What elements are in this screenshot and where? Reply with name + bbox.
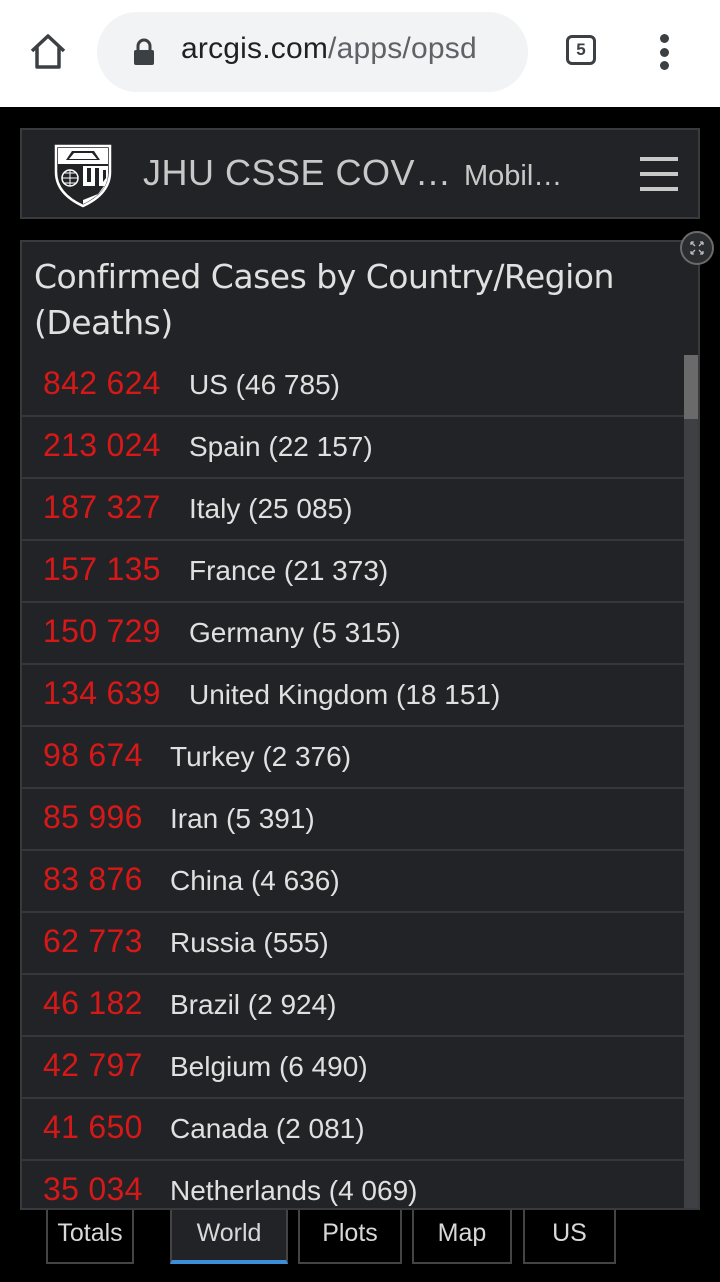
country-deaths-label: Italy (25 085)	[189, 493, 353, 524]
tab-us[interactable]: US	[523, 1210, 616, 1264]
url-path: /apps/opsd	[328, 32, 477, 65]
confirmed-cases-value: 83 876	[43, 861, 143, 897]
address-bar[interactable]: arcgis.com/apps/opsd	[97, 12, 528, 92]
country-deaths-label: Brazil (2 924)	[170, 989, 337, 1020]
list-item[interactable]: 187 327 Italy (25 085)	[22, 479, 684, 541]
list-item[interactable]: 157 135 France (21 373)	[22, 541, 684, 603]
country-deaths-label: China (4 636)	[170, 865, 340, 896]
confirmed-cases-value: 41 650	[43, 1109, 143, 1145]
country-deaths-label: Spain (22 157)	[189, 431, 373, 462]
tab-map[interactable]: Map	[412, 1210, 512, 1264]
list-item[interactable]: 62 773 Russia (555)	[22, 913, 684, 975]
confirmed-cases-value: 150 729	[43, 613, 161, 649]
confirmed-cases-value: 842 624	[43, 365, 161, 401]
panel-title: Confirmed Cases by Country/Region (Death…	[34, 257, 614, 342]
list-item[interactable]: 134 639 United Kingdom (18 151)	[22, 665, 684, 727]
hamburger-menu-icon[interactable]	[640, 157, 678, 191]
country-list[interactable]: 842 624 US (46 785) 213 024 Spain (22 157) 1…	[22, 355, 684, 1208]
lock-icon	[134, 38, 154, 65]
country-deaths-label: US (46 785)	[189, 369, 340, 400]
jhu-shield-logo	[54, 144, 112, 208]
expand-icon[interactable]	[680, 231, 714, 265]
confirmed-cases-value: 42 797	[43, 1047, 143, 1083]
country-deaths-label: United Kingdom (18 151)	[189, 679, 501, 710]
list-item[interactable]: 83 876 China (4 636)	[22, 851, 684, 913]
url-text: arcgis.com/apps/opsd	[181, 32, 477, 66]
country-deaths-label: Germany (5 315)	[189, 617, 401, 648]
confirmed-cases-value: 134 639	[43, 675, 161, 711]
tab-switcher-icon[interactable]: 5	[566, 35, 596, 65]
cases-by-country-panel: Confirmed Cases by Country/Region (Death…	[20, 240, 700, 1210]
app-title: JHU CSSE COV…	[143, 152, 452, 193]
list-scrollbar[interactable]	[684, 355, 698, 1208]
confirmed-cases-value: 98 674	[43, 737, 143, 773]
country-deaths-label: Netherlands (4 069)	[170, 1175, 418, 1206]
tab-world[interactable]: World	[170, 1210, 288, 1264]
confirmed-cases-value: 85 996	[43, 799, 143, 835]
list-item[interactable]: 42 797 Belgium (6 490)	[22, 1037, 684, 1099]
list-item[interactable]: 35 034 Netherlands (4 069)	[22, 1161, 684, 1208]
scrollbar-thumb[interactable]	[684, 355, 698, 419]
url-domain: arcgis.com	[181, 32, 329, 65]
list-item[interactable]: 98 674 Turkey (2 376)	[22, 727, 684, 789]
confirmed-cases-value: 187 327	[43, 489, 161, 525]
app-header: JHU CSSE COV… Mobil…	[20, 128, 700, 219]
more-vert-icon[interactable]	[654, 34, 674, 70]
app-subtitle: Mobil…	[464, 160, 563, 192]
list-item[interactable]: 85 996 Iran (5 391)	[22, 789, 684, 851]
confirmed-cases-value: 35 034	[43, 1171, 143, 1207]
tab-plots[interactable]: Plots	[298, 1210, 402, 1264]
confirmed-cases-value: 213 024	[43, 427, 161, 463]
list-item[interactable]: 213 024 Spain (22 157)	[22, 417, 684, 479]
country-deaths-label: Belgium (6 490)	[170, 1051, 368, 1082]
list-item[interactable]: 150 729 Germany (5 315)	[22, 603, 684, 665]
home-icon[interactable]	[28, 32, 68, 72]
country-deaths-label: Iran (5 391)	[170, 803, 315, 834]
confirmed-cases-value: 62 773	[43, 923, 143, 959]
country-deaths-label: Turkey (2 376)	[170, 741, 352, 772]
browser-toolbar: arcgis.com/apps/opsd 5	[0, 0, 720, 107]
list-item[interactable]: 842 624 US (46 785)	[22, 355, 684, 417]
country-deaths-label: Canada (2 081)	[170, 1113, 365, 1144]
tab-totals[interactable]: Totals	[46, 1210, 134, 1264]
confirmed-cases-value: 157 135	[43, 551, 161, 587]
country-deaths-label: Russia (555)	[170, 927, 329, 958]
country-deaths-label: France (21 373)	[189, 555, 389, 586]
list-item[interactable]: 46 182 Brazil (2 924)	[22, 975, 684, 1037]
list-item[interactable]: 41 650 Canada (2 081)	[22, 1099, 684, 1161]
confirmed-cases-value: 46 182	[43, 985, 143, 1021]
